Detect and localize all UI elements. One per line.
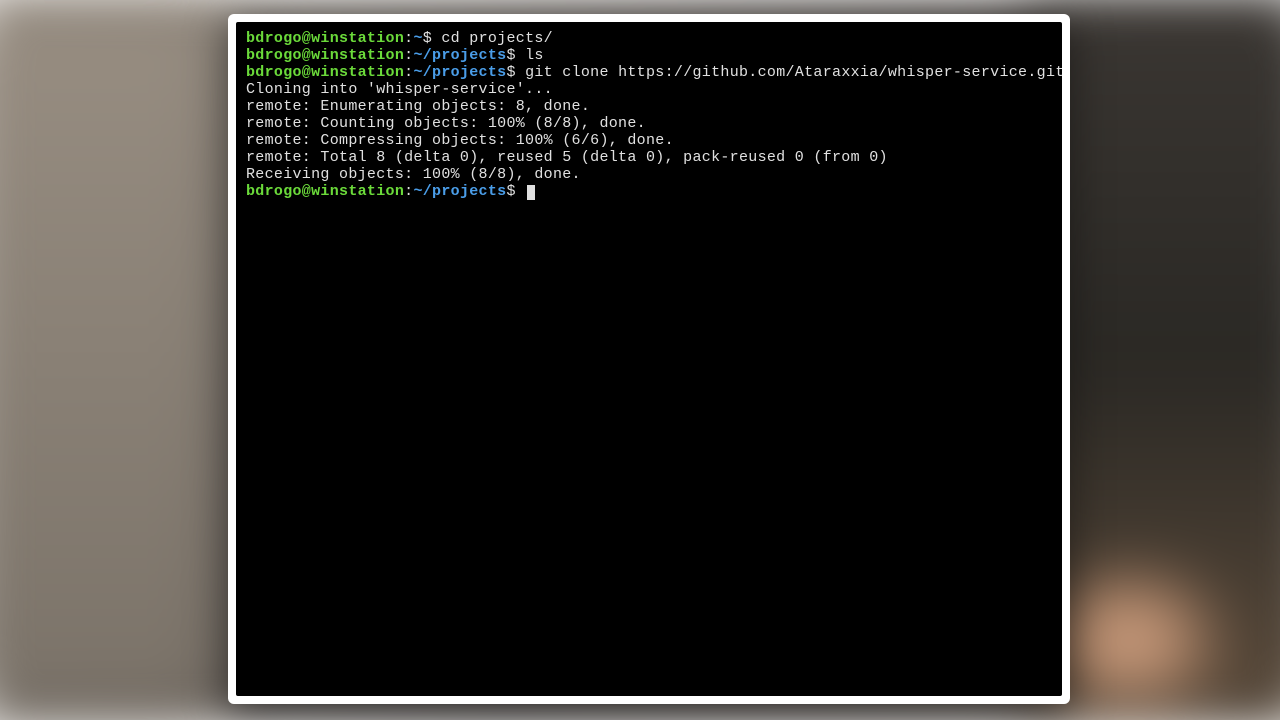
terminal-line: Receiving objects: 100% (8/8), done. (246, 166, 1052, 183)
terminal-line: remote: Compressing objects: 100% (6/6),… (246, 132, 1052, 149)
command-text: ls (516, 47, 544, 64)
output-text: remote: Enumerating objects: 8, done. (246, 98, 590, 115)
output-text: remote: Compressing objects: 100% (6/6),… (246, 132, 674, 149)
terminal-line: bdrogo@winstation:~/projects$ (246, 183, 1052, 200)
terminal-line: remote: Enumerating objects: 8, done. (246, 98, 1052, 115)
terminal-line: bdrogo@winstation:~/projects$ git clone … (246, 64, 1052, 81)
prompt-dollar: $ (506, 47, 515, 64)
terminal-line: bdrogo@winstation:~$ cd projects/ (246, 30, 1052, 47)
prompt-path: ~/projects (413, 64, 506, 81)
prompt-dollar: $ (506, 183, 515, 200)
output-text: remote: Counting objects: 100% (8/8), do… (246, 115, 646, 132)
terminal-line: bdrogo@winstation:~/projects$ ls (246, 47, 1052, 64)
terminal-line: remote: Total 8 (delta 0), reused 5 (del… (246, 149, 1052, 166)
terminal-line: Cloning into 'whisper-service'... (246, 81, 1052, 98)
cursor-icon (527, 185, 535, 200)
terminal-content-area[interactable]: bdrogo@winstation:~$ cd projects/bdrogo@… (236, 22, 1062, 696)
output-text: Receiving objects: 100% (8/8), done. (246, 166, 581, 183)
prompt-user-host: bdrogo@winstation (246, 30, 404, 47)
terminal-window: bdrogo@winstation:~$ cd projects/bdrogo@… (228, 14, 1070, 704)
prompt-path: ~/projects (413, 183, 506, 200)
command-text (516, 183, 525, 200)
prompt-user-host: bdrogo@winstation (246, 183, 404, 200)
output-text: Cloning into 'whisper-service'... (246, 81, 553, 98)
prompt-dollar: $ (423, 30, 432, 47)
prompt-dollar: $ (506, 64, 515, 81)
prompt-path: ~ (413, 30, 422, 47)
command-text: git clone https://github.com/Ataraxxia/w… (516, 64, 1062, 81)
terminal-line: remote: Counting objects: 100% (8/8), do… (246, 115, 1052, 132)
prompt-user-host: bdrogo@winstation (246, 64, 404, 81)
prompt-path: ~/projects (413, 47, 506, 64)
output-text: remote: Total 8 (delta 0), reused 5 (del… (246, 149, 888, 166)
bg-blur-left (0, 0, 230, 720)
command-text: cd projects/ (432, 30, 553, 47)
prompt-user-host: bdrogo@winstation (246, 47, 404, 64)
